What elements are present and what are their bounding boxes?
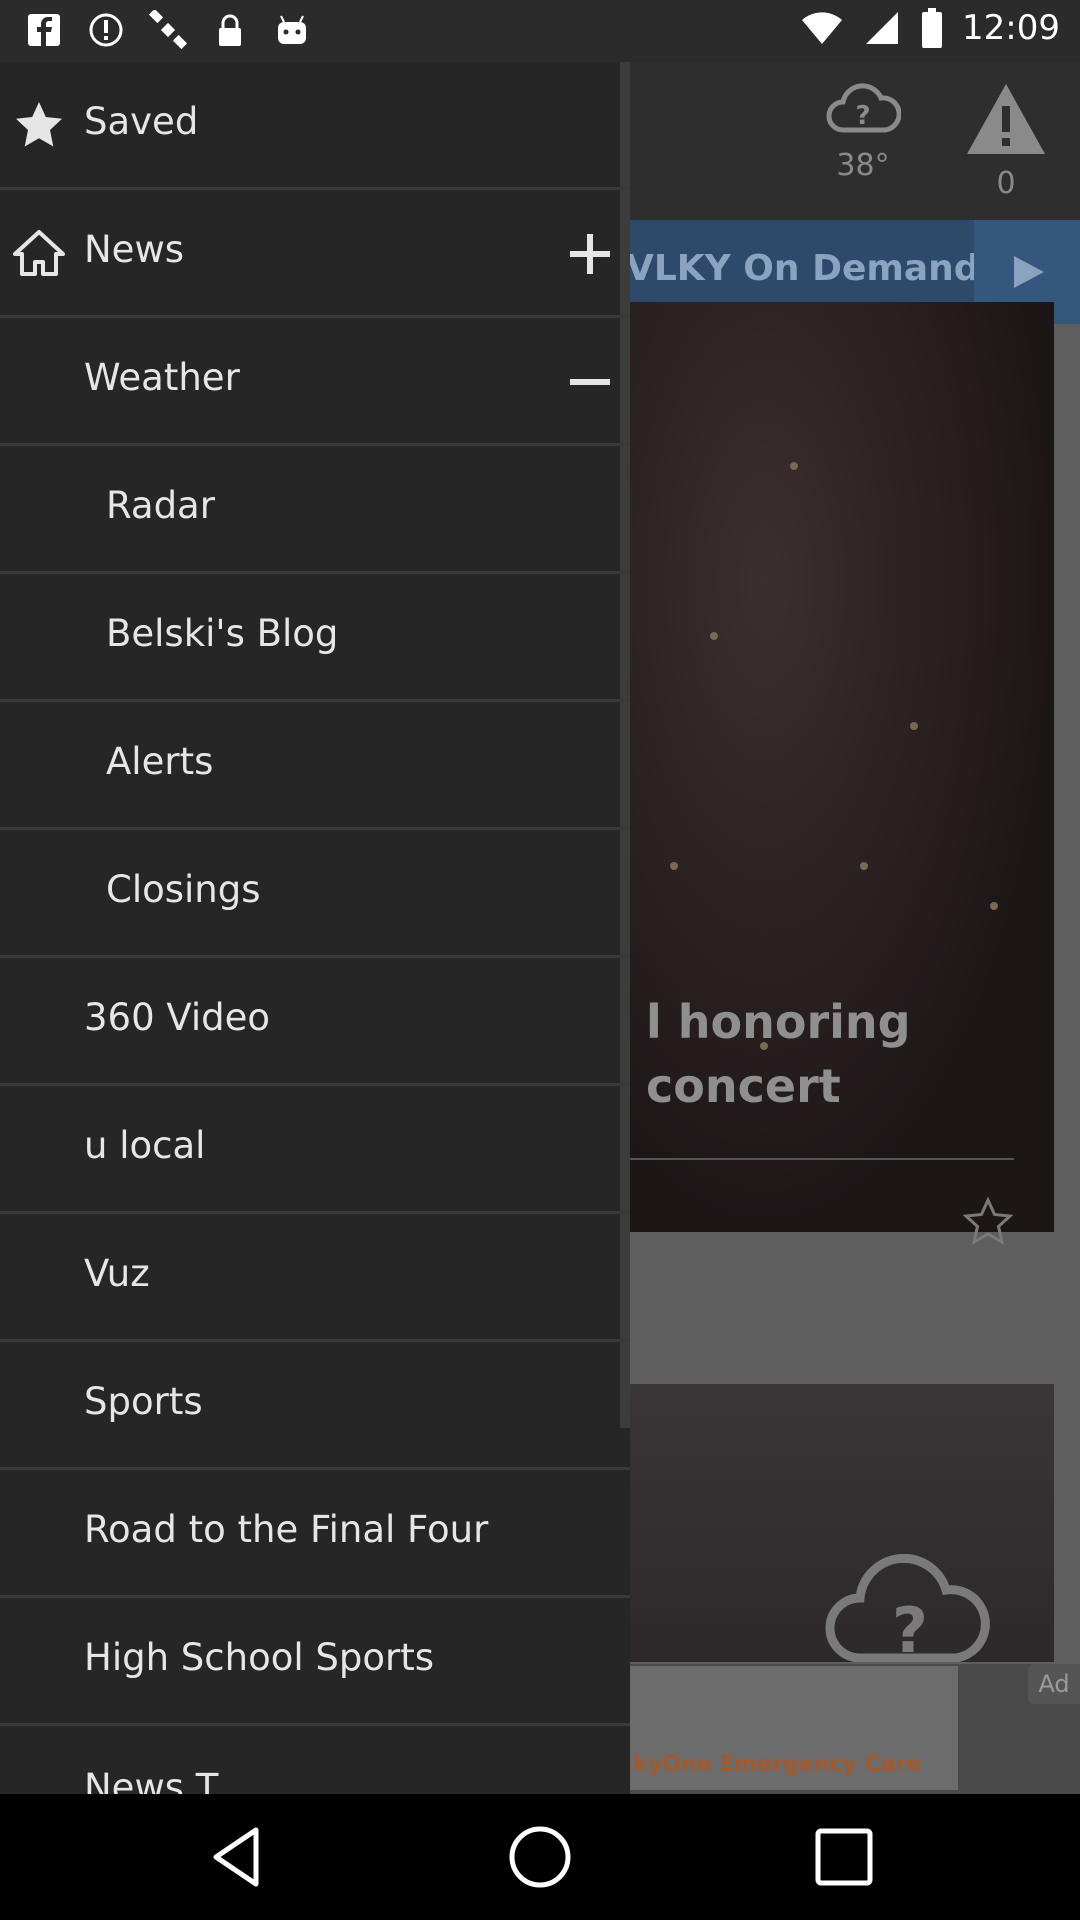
drawer-item-label: Alerts (106, 740, 214, 783)
drawer-item-news-t[interactable]: News T (0, 1726, 630, 1794)
drawer-item-saved[interactable]: Saved (0, 62, 630, 190)
system-nav-bar (0, 1794, 1080, 1920)
recents-icon[interactable] (807, 1820, 881, 1894)
android-icon (278, 15, 306, 44)
drawer-item-360-video[interactable]: 360 Video (0, 958, 630, 1086)
drawer-item-label: Radar (106, 484, 215, 527)
alerts-widget[interactable]: 0 (946, 80, 1066, 201)
drawer-subitem-belskis-blog[interactable]: Belski's Blog (0, 574, 630, 702)
satellite-icon (148, 10, 188, 50)
weather-temp: 38° (836, 148, 890, 183)
ad-tag: Ad (1028, 1664, 1080, 1704)
drawer-item-label: Closings (106, 868, 261, 911)
facebook-icon (28, 14, 60, 46)
home-circle-icon[interactable] (503, 1820, 577, 1894)
card-divider (630, 1158, 1014, 1160)
drawer-item-label: Sports (84, 1380, 203, 1423)
battery-icon (922, 8, 943, 48)
drawer-subitem-alerts[interactable]: Alerts (0, 702, 630, 830)
drawer-item-label: News T (84, 1766, 219, 1794)
fake-gps-icon (89, 13, 123, 47)
on-demand-label: VLKY On Demand (626, 248, 980, 289)
svg-text:?: ? (855, 101, 870, 131)
drawer-item-label: High School Sports (84, 1636, 435, 1679)
minus-icon[interactable] (566, 358, 614, 406)
cloud-question-icon: ? (826, 83, 902, 133)
weather-widget[interactable]: ? 38° (803, 80, 923, 183)
save-star-icon[interactable] (962, 1196, 1014, 1248)
drawer-item-u-local[interactable]: u local (0, 1086, 630, 1214)
drawer-subitem-radar[interactable]: Radar (0, 446, 630, 574)
plus-icon[interactable] (566, 230, 614, 278)
drawer-item-label: 360 Video (84, 996, 271, 1039)
ad-text: ckyOne Emergency Care (620, 1752, 921, 1777)
drawer-subitem-closings[interactable]: Closings (0, 830, 630, 958)
drawer-item-sports[interactable]: Sports (0, 1342, 630, 1470)
status-bar: 12:09 (0, 0, 1080, 62)
drawer-item-vuz[interactable]: Vuz (0, 1214, 630, 1342)
lock-icon (219, 14, 241, 46)
svg-text:?: ? (892, 1594, 928, 1662)
star-icon (16, 102, 62, 147)
drawer-item-label: Belski's Blog (106, 612, 339, 655)
drawer-item-weather[interactable]: Weather (0, 318, 630, 446)
signal-icon (866, 12, 899, 44)
back-icon[interactable] (202, 1820, 276, 1894)
navigation-drawer: Saved News Weather Radar Belski's Blog A… (0, 62, 630, 1794)
drawer-item-label: Saved (84, 100, 199, 143)
drawer-item-high-school-sports[interactable]: High School Sports (0, 1598, 630, 1726)
drawer-item-label: Vuz (84, 1252, 150, 1295)
drawer-item-label: Weather (84, 356, 240, 399)
story-headline[interactable]: l honoring concert (646, 990, 1046, 1118)
drawer-item-label: News (84, 228, 184, 271)
wifi-icon (802, 12, 843, 44)
home-icon (13, 230, 65, 276)
warning-icon (967, 84, 1045, 154)
drawer-item-road-to-final-four[interactable]: Road to the Final Four (0, 1470, 630, 1598)
drawer-item-news[interactable]: News (0, 190, 630, 318)
drawer-item-label: Road to the Final Four (84, 1508, 489, 1551)
status-time: 12:09 (962, 8, 1060, 48)
cloud-question-icon: ? (825, 1553, 990, 1662)
alerts-count: 0 (996, 166, 1016, 201)
drawer-item-label: u local (84, 1124, 206, 1167)
